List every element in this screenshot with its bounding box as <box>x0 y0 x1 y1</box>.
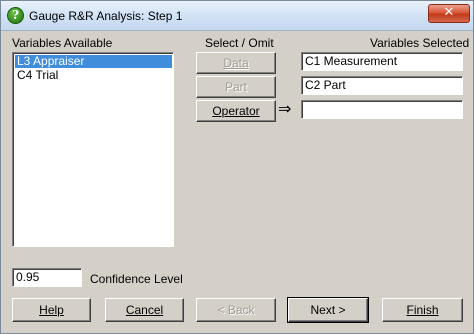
finish-button[interactable]: Finish <box>382 298 463 322</box>
data-button-label: Data <box>223 56 249 70</box>
confidence-level-label: Confidence Level <box>90 272 183 286</box>
operator-variable-field[interactable] <box>301 100 463 119</box>
confidence-level-input[interactable]: 0.95 <box>12 268 82 287</box>
arrow-right-icon: ⇒ <box>278 99 292 118</box>
part-variable-field[interactable]: C2 Part <box>301 76 463 95</box>
data-variable-field[interactable]: C1 Measurement <box>301 52 463 71</box>
cancel-button-label: Cancel <box>125 303 164 317</box>
help-button[interactable]: Help <box>12 298 91 322</box>
app-icon: ? <box>7 7 24 24</box>
list-item[interactable]: L3 Appraiser <box>15 55 172 68</box>
help-button-label: Help <box>39 303 64 317</box>
operator-button-label: Operator <box>212 104 260 118</box>
back-button[interactable]: < Back <box>196 298 276 322</box>
operator-button[interactable]: Operator <box>196 100 276 122</box>
window-title: Gauge R&R Analysis: Step 1 <box>29 9 183 23</box>
part-button-label: Part <box>224 80 247 94</box>
next-button[interactable]: Next > <box>287 297 369 323</box>
variables-available-label: Variables Available <box>12 36 113 50</box>
list-item[interactable]: C4 Trial <box>15 69 58 82</box>
variables-selected-label: Variables Selected <box>370 36 470 50</box>
back-button-label: < Back <box>217 303 255 317</box>
cancel-button[interactable]: Cancel <box>105 298 184 322</box>
select-omit-label: Select / Omit <box>205 36 274 50</box>
finish-button-label: Finish <box>406 303 439 317</box>
next-button-label: Next > <box>310 303 346 317</box>
data-button[interactable]: Data <box>196 52 276 74</box>
close-icon: ✕ <box>443 5 455 20</box>
title-bar[interactable]: ? Gauge R&R Analysis: Step 1 ✕ <box>1 1 473 31</box>
gauge-rr-dialog: ? Gauge R&R Analysis: Step 1 ✕ Variables… <box>0 0 474 334</box>
close-button[interactable]: ✕ <box>428 4 470 23</box>
part-button[interactable]: Part <box>196 76 276 98</box>
variables-available-list[interactable]: L3 Appraiser C4 Trial <box>12 52 174 247</box>
